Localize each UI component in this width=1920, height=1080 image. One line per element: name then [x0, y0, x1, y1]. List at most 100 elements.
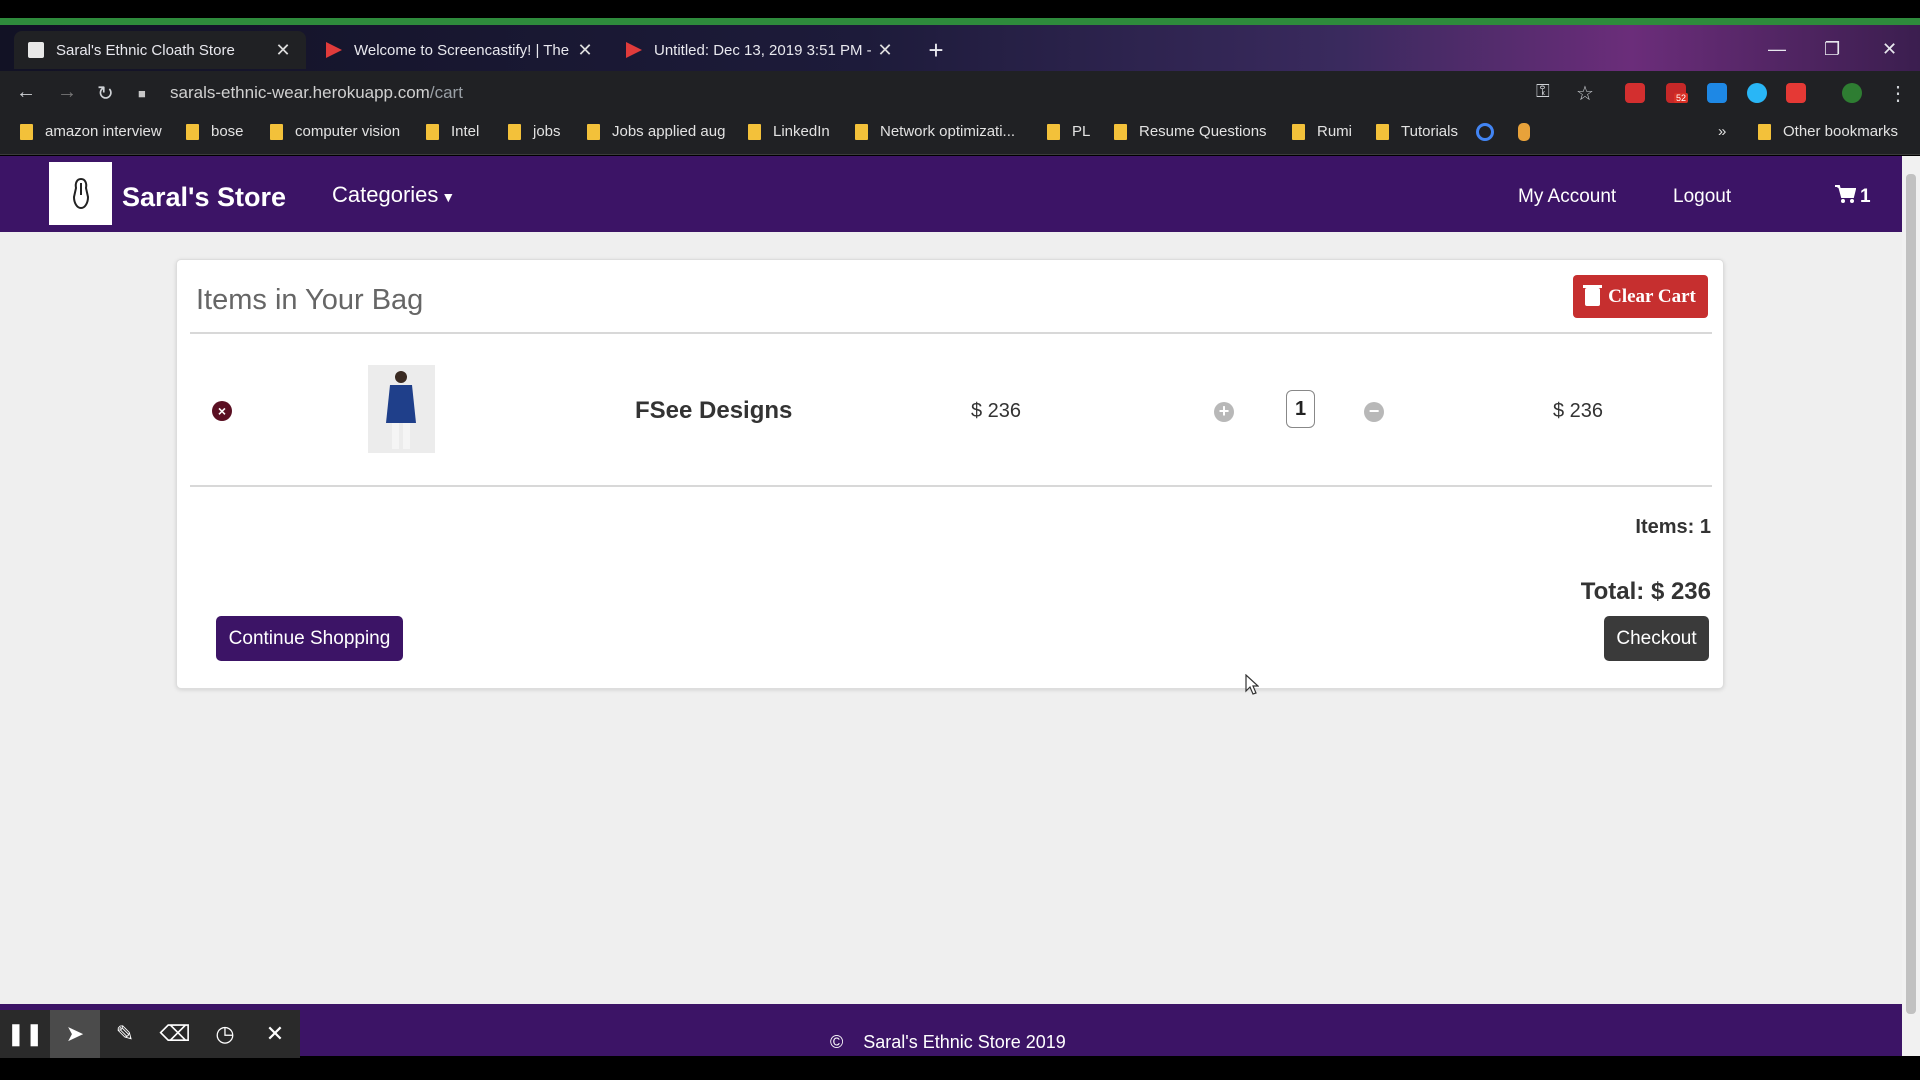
bookmark-resume-questions[interactable]: Resume Questions	[1114, 123, 1267, 140]
footer-copyright: © Saral's Ethnic Store 2019	[830, 1032, 1066, 1052]
bookmark-label: jobs	[533, 123, 561, 140]
tab-screencastify[interactable]: Welcome to Screencastify! | The ✕	[312, 31, 608, 69]
mail-badge: 52	[1674, 93, 1689, 103]
pointer-tool-icon[interactable]: ➤	[50, 1010, 100, 1058]
brand-name[interactable]: Saral's Store	[122, 182, 286, 213]
bookmark-label: PL	[1072, 123, 1091, 140]
cart-button[interactable]: 1	[1834, 184, 1871, 208]
bookmark-amazon-interview[interactable]: amazon interview	[20, 123, 162, 140]
back-arrow-icon[interactable]: ←	[16, 81, 36, 104]
cart-title: Items in Your Bag	[196, 284, 424, 316]
tab-title: Untitled: Dec 13, 2019 3:51 PM -	[654, 41, 872, 59]
bookmark-rumi[interactable]: Rumi	[1292, 123, 1352, 140]
folder-icon	[20, 123, 33, 140]
close-tab-icon[interactable]: ✕	[876, 40, 894, 61]
close-tab-icon[interactable]: ✕	[576, 40, 594, 61]
page-scrollbar[interactable]	[1902, 156, 1920, 1056]
bookmarks-bar: amazon interview bose computer vision In…	[0, 113, 1920, 155]
decrease-quantity-icon[interactable]: −	[1364, 402, 1384, 422]
tab-title: Saral's Ethnic Cloath Store	[56, 41, 235, 59]
bookmark-star-icon[interactable]: ☆	[1576, 81, 1594, 106]
clear-cart-button[interactable]: Clear Cart	[1573, 275, 1708, 318]
folder-icon	[748, 123, 761, 140]
screencastify-favicon-icon	[626, 42, 642, 58]
pause-icon[interactable]: ❚❚	[0, 1010, 50, 1058]
shopping-cart-icon	[1835, 185, 1857, 203]
product-thumbnail	[368, 365, 435, 453]
divider	[190, 485, 1712, 487]
forward-arrow-icon[interactable]: →	[57, 81, 77, 104]
cart-panel: Items in Your Bag Clear Cart × FSee Desi…	[176, 259, 1724, 689]
bookmark-label: Other bookmarks	[1783, 123, 1899, 140]
increase-quantity-icon[interactable]: +	[1214, 402, 1234, 422]
store-logo[interactable]	[49, 162, 112, 225]
quantity-value: 1	[1286, 390, 1315, 428]
my-account-link[interactable]: My Account	[1518, 186, 1616, 208]
pen-tool-icon[interactable]: ✎	[100, 1010, 150, 1058]
recording-indicator-strip	[0, 18, 1920, 25]
profile-avatar[interactable]	[1842, 83, 1862, 103]
mail-extension-icon[interactable]: 52	[1666, 83, 1689, 103]
blue-extension-icon[interactable]	[1747, 83, 1767, 103]
bookmark-computer-vision[interactable]: computer vision	[270, 123, 400, 140]
folder-icon	[1292, 123, 1305, 140]
address-bar-row: ← → ↻ ■ sarals-ethnic-wear.herokuapp.com…	[0, 71, 1920, 113]
logout-link[interactable]: Logout	[1673, 186, 1731, 208]
adblock-extension-icon[interactable]	[1625, 83, 1645, 103]
bookmark-label: Intel	[451, 123, 480, 140]
bookmark-label: computer vision	[295, 123, 401, 140]
mouse-pointer-icon	[1245, 674, 1259, 695]
close-tab-icon[interactable]: ✕	[274, 40, 292, 61]
other-bookmarks[interactable]: Other bookmarks	[1758, 123, 1898, 140]
minimize-icon[interactable]: —	[1768, 39, 1786, 60]
bookmark-label: Jobs applied aug	[612, 123, 726, 140]
google-bookmark-icon[interactable]	[1476, 123, 1494, 141]
categories-dropdown[interactable]: Categories ▼	[332, 182, 455, 208]
eraser-tool-icon[interactable]: ⌫	[150, 1010, 200, 1058]
bookmark-label: Resume Questions	[1139, 123, 1267, 140]
cart-count: 1	[1860, 186, 1871, 207]
close-window-icon[interactable]: ✕	[1882, 39, 1897, 60]
categories-label: Categories	[332, 182, 439, 207]
restore-icon[interactable]: ❐	[1824, 39, 1840, 60]
more-bookmarks-chevron-icon[interactable]: »	[1718, 123, 1726, 140]
close-toolbar-icon[interactable]: ✕	[250, 1010, 300, 1058]
bookmark-jobs-applied-aug[interactable]: Jobs applied aug	[587, 123, 725, 140]
scrollbar-thumb[interactable]	[1906, 174, 1916, 1014]
bookmark-linkedin[interactable]: LinkedIn	[748, 123, 830, 140]
remove-item-icon[interactable]: ×	[212, 401, 232, 421]
url-field[interactable]: ■ sarals-ethnic-wear.herokuapp.com/cart	[138, 77, 1578, 109]
bookmark-tutorials[interactable]: Tutorials	[1376, 123, 1458, 140]
hand-logo-icon	[72, 177, 89, 209]
folder-icon	[587, 123, 600, 140]
folder-icon	[186, 123, 199, 140]
lock-icon: ■	[138, 85, 146, 101]
caret-down-icon: ▼	[441, 189, 456, 205]
n-extension-icon[interactable]	[1707, 83, 1727, 103]
bookmark-bose[interactable]: bose	[186, 123, 244, 140]
menu-dots-icon[interactable]: ⋮	[1888, 81, 1908, 106]
recording-toolbar: ❚❚ ➤ ✎ ⌫ ◷ ✕	[0, 1010, 300, 1058]
tab-title: Welcome to Screencastify! | The	[354, 41, 570, 59]
bookmark-label: Tutorials	[1401, 123, 1458, 140]
bookmark-intel[interactable]: Intel	[426, 123, 479, 140]
folder-icon	[508, 123, 521, 140]
tab-untitled-recording[interactable]: Untitled: Dec 13, 2019 3:51 PM - ✕	[612, 31, 908, 69]
continue-shopping-button[interactable]: Continue Shopping	[216, 616, 403, 661]
bookmark-network-optimization[interactable]: Network optimizati...	[855, 123, 1015, 140]
bookmark-label: amazon interview	[45, 123, 162, 140]
extension-bookmark-icon[interactable]	[1518, 123, 1530, 141]
bookmark-label: bose	[211, 123, 244, 140]
timer-icon[interactable]: ◷	[200, 1010, 250, 1058]
key-icon[interactable]: ⚿	[1536, 81, 1550, 102]
url-host: sarals-ethnic-wear.herokuapp.com	[170, 83, 430, 102]
new-tab-button[interactable]: +	[922, 37, 950, 65]
screencastify-favicon-icon	[326, 42, 342, 58]
bookmark-pl[interactable]: PL	[1047, 123, 1090, 140]
screencastify-extension-icon[interactable]	[1786, 83, 1806, 103]
checkout-button[interactable]: Checkout	[1604, 616, 1709, 661]
bookmark-jobs[interactable]: jobs	[508, 123, 561, 140]
reload-icon[interactable]: ↻	[97, 81, 114, 106]
tab-sarals-store[interactable]: Saral's Ethnic Cloath Store ✕	[14, 31, 306, 69]
product-name[interactable]: FSee Designs	[635, 397, 792, 425]
